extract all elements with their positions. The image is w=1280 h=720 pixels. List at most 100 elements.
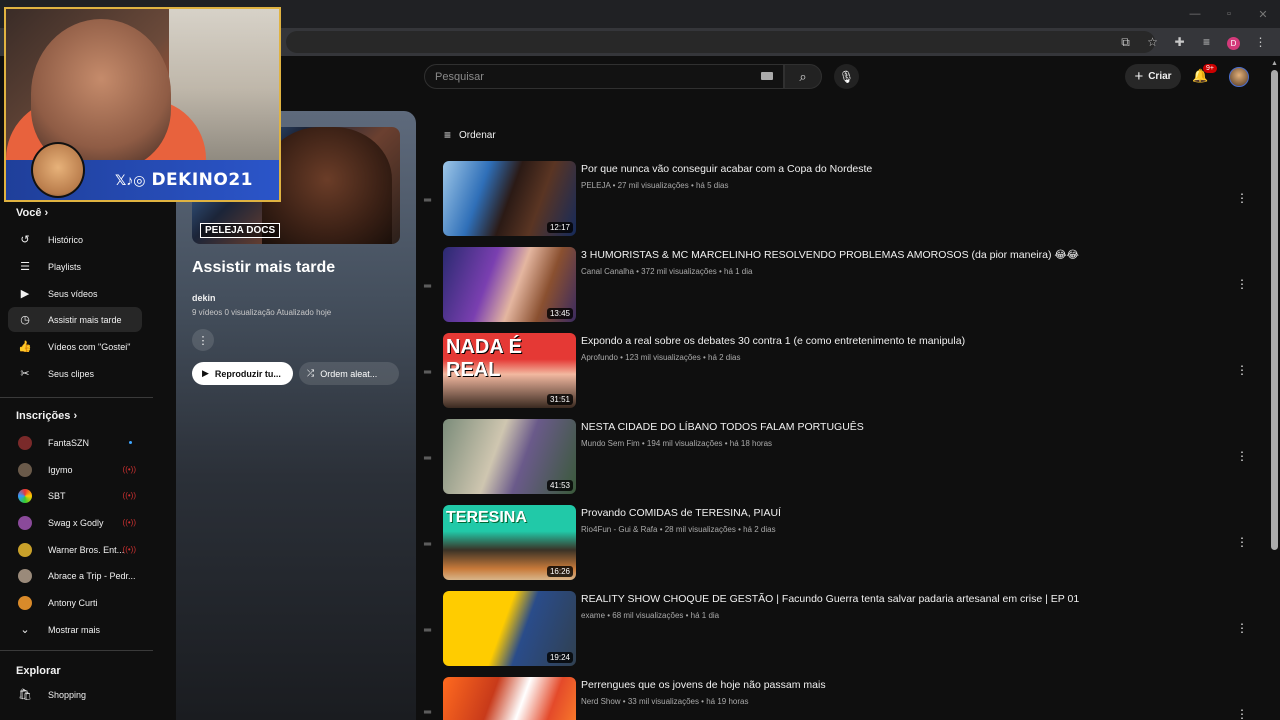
playlist-video-row[interactable]: ═ Perrengues que os jovens de hoje não p… — [420, 677, 1260, 720]
thumbnail-text: TERESINA — [446, 509, 527, 526]
video-thumbnail[interactable]: 41:53 — [443, 419, 576, 494]
more-vert-icon[interactable]: ⋮ — [1236, 621, 1248, 635]
drag-handle-icon[interactable]: ═ — [424, 195, 431, 206]
video-thumbnail[interactable]: TERESINA 16:26 — [443, 505, 576, 580]
live-icon: ((•)) — [122, 491, 136, 500]
play-icon: ▶ — [202, 368, 209, 378]
more-vert-icon[interactable]: ⋮ — [1236, 363, 1248, 377]
address-bar[interactable] — [286, 31, 1155, 53]
video-title[interactable]: REALITY SHOW CHOQUE DE GESTÃO | Facundo … — [581, 593, 1079, 605]
sort-icon: ≡ — [444, 128, 452, 142]
more-vert-icon[interactable]: ⋮ — [1236, 535, 1248, 549]
playlist-video-row[interactable]: ═ NADA É REAL 31:51 Expondo a real sobre… — [420, 333, 1260, 419]
profile-avatar[interactable]: D — [1220, 35, 1247, 50]
playlist-video-row[interactable]: ═ 19:24 REALITY SHOW CHOQUE DE GESTÃO | … — [420, 591, 1260, 677]
subscription-item[interactable]: SBT ((•)) — [8, 483, 142, 508]
play-all-button[interactable]: ▶ Reproduzir tu... — [192, 362, 293, 385]
voice-search-button[interactable]: 🎙 — [834, 64, 859, 89]
live-icon: ((•)) — [122, 465, 136, 474]
drag-handle-icon[interactable]: ═ — [424, 453, 431, 464]
video-title[interactable]: Provando COMIDAS de TERESINA, PIAUÍ — [581, 507, 781, 519]
sort-button[interactable]: ≡ Ordenar — [444, 128, 496, 142]
webcam-overlay: 𝕏♪◎ DEKINO21 — [4, 7, 281, 202]
more-vert-icon[interactable]: ⋮ — [1236, 707, 1248, 720]
shuffle-button[interactable]: ⤮ Ordem aleat... — [299, 362, 399, 385]
video-title[interactable]: 3 HUMORISTAS & MC MARCELINHO RESOLVENDO … — [581, 249, 1079, 261]
drag-handle-icon[interactable]: ═ — [424, 281, 431, 292]
video-thumbnail[interactable]: NADA É REAL 31:51 — [443, 333, 576, 408]
subscription-item[interactable]: Swag x Godly ((•)) — [8, 510, 142, 535]
video-meta: PELEJA • 27 mil visualizações • há 5 dia… — [581, 181, 729, 190]
video-duration: 13:45 — [546, 308, 573, 319]
more-vert-icon[interactable]: ⋮ — [1236, 277, 1248, 291]
window-controls: — ▫ ✕ — [1178, 0, 1280, 28]
create-button[interactable]: + Criar — [1125, 64, 1181, 89]
subscription-item[interactable]: Warner Bros. Ent... ((•)) — [8, 537, 142, 562]
drag-handle-icon[interactable]: ═ — [424, 625, 431, 636]
playlist-header-panel: PELEJA DOCS Assistir mais tarde dekin 9 … — [176, 111, 416, 720]
video-duration: 31:51 — [546, 394, 573, 405]
sidebar-item-watch-later[interactable]: ◷ Assistir mais tarde — [8, 307, 142, 332]
browser-menu-icon[interactable]: ⋮ — [1247, 35, 1274, 49]
sidebar-item-clips[interactable]: ✂ Seus clipes — [8, 361, 142, 386]
video-meta: Rio4Fun - Gui & Rafa • 28 mil visualizaç… — [581, 525, 776, 534]
you-section-title[interactable]: Você › — [16, 207, 48, 219]
playlist-video-row[interactable]: ═ 13:45 3 HUMORISTAS & MC MARCELINHO RES… — [420, 247, 1260, 333]
sidebar-item-playlists[interactable]: ☰ Playlists — [8, 254, 142, 279]
more-vert-icon[interactable]: ⋮ — [1236, 449, 1248, 463]
restore-icon[interactable]: ▫ — [1212, 0, 1246, 28]
playlist-video-row[interactable]: ═ 41:53 NESTA CIDADE DO LÍBANO TODOS FAL… — [420, 419, 1260, 505]
drag-handle-icon[interactable]: ═ — [424, 707, 431, 718]
video-title[interactable]: NESTA CIDADE DO LÍBANO TODOS FALAM PORTU… — [581, 421, 864, 433]
install-app-icon[interactable]: ⧉ — [1112, 35, 1139, 50]
streamer-handle: DEKINO21 — [151, 170, 253, 190]
playlist-more-button[interactable]: ⋮ — [192, 329, 214, 351]
keyboard-icon[interactable] — [761, 72, 773, 80]
show-more-button[interactable]: ⌄ Mostrar mais — [8, 617, 142, 642]
video-thumbnail[interactable]: 13:45 — [443, 247, 576, 322]
sidebar-item-history[interactable]: ↺ Histórico — [8, 227, 142, 252]
channel-avatar — [18, 462, 32, 477]
search-box — [424, 64, 784, 89]
sidebar-item-your-videos[interactable]: ▶ Seus vídeos — [8, 281, 142, 306]
page-scrollbar[interactable] — [1271, 70, 1278, 550]
more-vert-icon[interactable]: ⋮ — [1236, 191, 1248, 205]
social-icons: 𝕏♪◎ — [114, 171, 146, 188]
channel-avatar — [18, 595, 32, 610]
live-icon: ((•)) — [122, 518, 136, 527]
video-duration: 19:24 — [546, 652, 573, 663]
video-thumbnail[interactable] — [443, 677, 576, 720]
drag-handle-icon[interactable]: ═ — [424, 539, 431, 550]
video-thumbnail[interactable]: 12:17 — [443, 161, 576, 236]
sidebar-item-liked-videos[interactable]: 👍 Vídeos com "Gostei" — [8, 334, 142, 359]
scroll-up-arrow-icon[interactable]: ▲ — [1271, 60, 1278, 67]
shopping-bag-icon: 🛍 — [18, 689, 32, 701]
search-input[interactable] — [435, 70, 755, 83]
notifications-button[interactable]: 🔔 9+ — [1192, 64, 1217, 88]
playlist-video-row[interactable]: ═ TERESINA 16:26 Provando COMIDAS de TER… — [420, 505, 1260, 591]
new-content-dot — [129, 441, 132, 444]
subscriptions-section-title[interactable]: Inscrições › — [16, 410, 77, 422]
playlist-video-row[interactable]: ═ 12:17 Por que nunca vão conseguir acab… — [420, 161, 1260, 247]
minimize-icon[interactable]: — — [1178, 0, 1212, 28]
search-button[interactable]: ⌕ — [784, 64, 822, 89]
close-icon[interactable]: ✕ — [1246, 0, 1280, 28]
thumbnail-text: NADA É REAL — [446, 336, 522, 381]
video-title[interactable]: Perrengues que os jovens de hoje não pas… — [581, 679, 826, 691]
playlist-owner[interactable]: dekin — [192, 293, 216, 303]
drag-handle-icon[interactable]: ═ — [424, 367, 431, 378]
video-title[interactable]: Expondo a real sobre os debates 30 contr… — [581, 335, 965, 347]
account-avatar[interactable] — [1229, 67, 1249, 87]
chevron-down-icon: ⌄ — [20, 624, 30, 636]
subscription-item[interactable]: FantaSZN — [8, 430, 142, 455]
extensions-icon[interactable]: ✚ — [1166, 35, 1193, 49]
bookmark-star-icon[interactable]: ☆ — [1139, 35, 1166, 49]
subscription-item[interactable]: Igymo ((•)) — [8, 457, 142, 482]
subscription-item[interactable]: Antony Curti — [8, 590, 142, 615]
sidebar-item-shopping[interactable]: 🛍 Shopping — [8, 682, 142, 707]
subscription-item[interactable]: Abrace a Trip - Pedr... — [8, 563, 142, 588]
media-controls-icon[interactable]: ≡ — [1193, 35, 1220, 49]
video-thumbnail[interactable]: 19:24 — [443, 591, 576, 666]
video-title[interactable]: Por que nunca vão conseguir acabar com a… — [581, 163, 872, 175]
create-label: Criar — [1148, 71, 1172, 82]
